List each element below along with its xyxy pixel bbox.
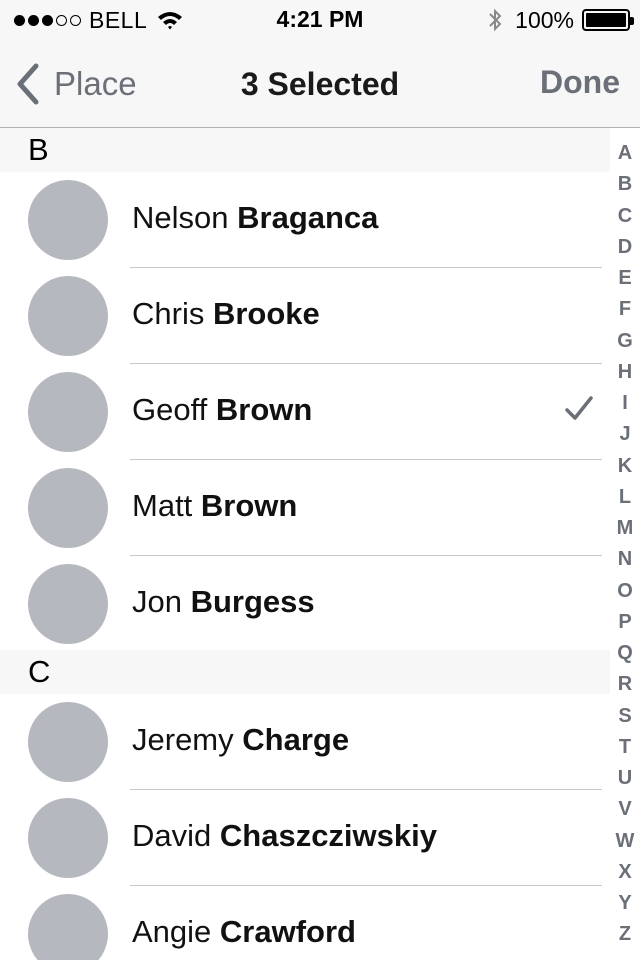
index-letter-k[interactable]: K [610, 451, 640, 482]
contact-row[interactable]: David Chaszcziwskiy [0, 790, 610, 886]
battery-percent: 100% [515, 6, 574, 33]
index-letter-z[interactable]: Z [610, 919, 640, 950]
first-name: Jeremy [132, 722, 234, 757]
first-name: Geoff [132, 392, 208, 427]
contact-name: Jeremy Charge [132, 722, 349, 758]
contact-row[interactable]: Chris Brooke [0, 268, 610, 364]
avatar [28, 468, 108, 548]
index-letter-d[interactable]: D [610, 232, 640, 263]
index-letter-n[interactable]: N [610, 544, 640, 575]
contact-name: Jon Burgess [132, 584, 315, 620]
last-name: Braganca [237, 200, 379, 235]
contact-name: Angie Crawford [132, 914, 356, 950]
index-letter-f[interactable]: F [610, 294, 640, 325]
index-letter-x[interactable]: X [610, 857, 640, 888]
navigation-bar: Place 3 Selected Done [0, 40, 640, 128]
index-letter-g[interactable]: G [610, 326, 640, 357]
contact-row[interactable]: Matt Brown [0, 460, 610, 556]
avatar [28, 702, 108, 782]
last-name: Crawford [219, 914, 356, 949]
contact-row[interactable]: Nelson Braganca [0, 172, 610, 268]
avatar [28, 894, 108, 960]
avatar [28, 564, 108, 644]
avatar [28, 798, 108, 878]
section-letter: C [28, 654, 51, 689]
index-letter-w[interactable]: W [610, 826, 640, 857]
index-letter-l[interactable]: L [610, 482, 640, 513]
index-letter-e[interactable]: E [610, 263, 640, 294]
index-letter-c[interactable]: C [610, 201, 640, 232]
contact-row[interactable]: Jon Burgess [0, 556, 610, 652]
index-letter-b[interactable]: B [610, 169, 640, 200]
contact-row[interactable]: Jeremy Charge [0, 694, 610, 790]
avatar [28, 180, 108, 260]
last-name: Chaszcziwskiy [219, 818, 437, 853]
index-letter-j[interactable]: J [610, 419, 640, 450]
avatar [28, 276, 108, 356]
section-header-b: B [0, 128, 610, 172]
index-letter-m[interactable]: M [610, 513, 640, 544]
index-letter-t[interactable]: T [610, 732, 640, 763]
first-name: David [132, 818, 212, 853]
bluetooth-icon [489, 8, 502, 32]
last-name: Brown [200, 488, 298, 523]
last-name: Burgess [190, 584, 315, 619]
battery-level-fill [586, 13, 626, 27]
index-letter-v[interactable]: V [610, 794, 640, 825]
section-header-c: C [0, 650, 610, 694]
contact-name: Nelson Braganca [132, 200, 378, 236]
index-letter-q[interactable]: Q [610, 638, 640, 669]
index-letter-o[interactable]: O [610, 576, 640, 607]
avatar [28, 372, 108, 452]
last-name: Brown [215, 392, 313, 427]
index-letter-s[interactable]: S [610, 701, 640, 732]
first-name: Nelson [132, 200, 229, 235]
contact-name: Geoff Brown [132, 392, 312, 428]
section-letter: B [28, 132, 49, 167]
index-letter-p[interactable]: P [610, 607, 640, 638]
contact-name: Matt Brown [132, 488, 297, 524]
section-index[interactable]: ABCDEFGHIJKLMNOPQRSTUVWXYZ [610, 138, 640, 950]
status-bar: BELL 4:21 PM 100% [0, 0, 640, 40]
index-letter-h[interactable]: H [610, 357, 640, 388]
index-letter-r[interactable]: R [610, 669, 640, 700]
contact-row[interactable]: Angie Crawford [0, 886, 610, 960]
contact-name: Chris Brooke [132, 296, 320, 332]
index-letter-a[interactable]: A [610, 138, 640, 169]
first-name: Chris [132, 296, 205, 331]
checkmark-icon [565, 396, 593, 420]
first-name: Jon [132, 584, 182, 619]
battery-group: 100% [487, 6, 634, 34]
first-name: Angie [132, 914, 212, 949]
index-letter-y[interactable]: Y [610, 888, 640, 919]
last-name: Brooke [212, 296, 320, 331]
battery-icon [582, 9, 634, 31]
contact-name: David Chaszcziwskiy [132, 818, 437, 854]
first-name: Matt [132, 488, 193, 523]
index-letter-i[interactable]: I [610, 388, 640, 419]
index-letter-u[interactable]: U [610, 763, 640, 794]
last-name: Charge [242, 722, 350, 757]
done-button[interactable]: Done [540, 64, 620, 101]
contact-row-selected[interactable]: Geoff Brown [0, 364, 610, 460]
